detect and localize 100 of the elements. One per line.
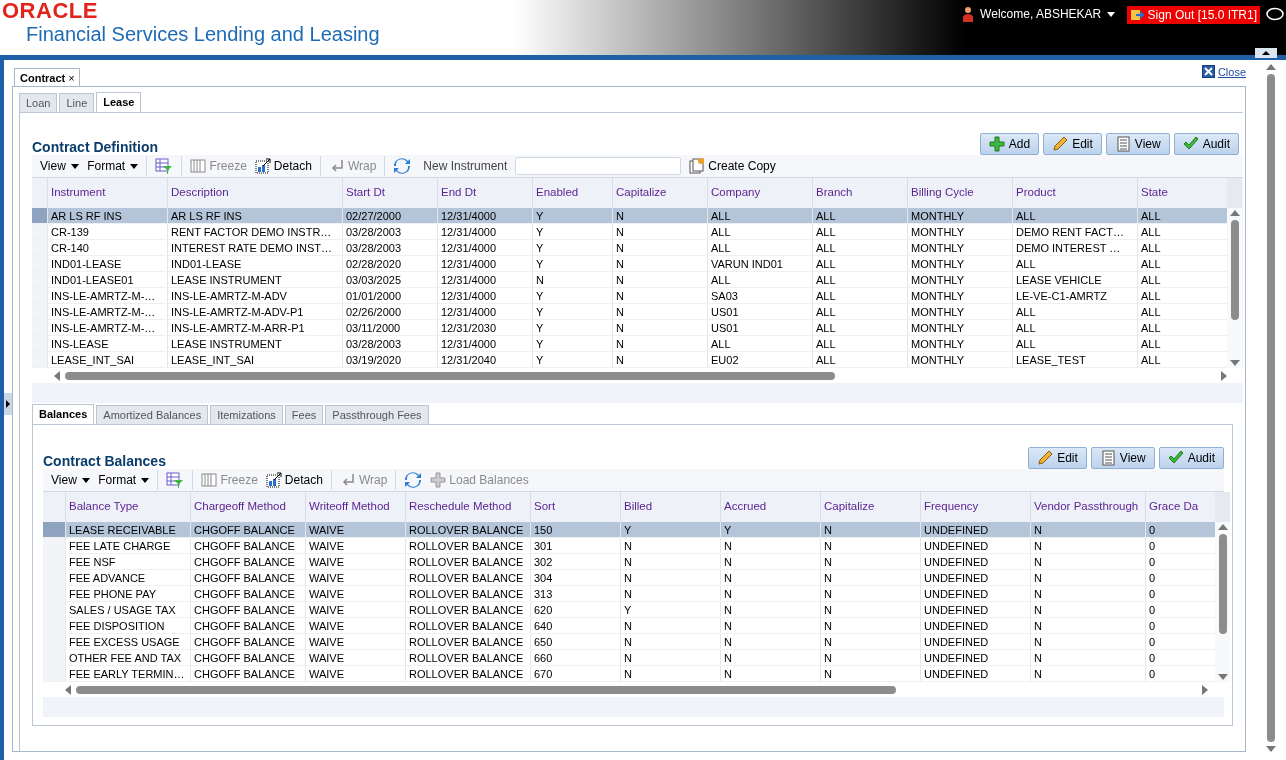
toolbar-menu[interactable]: View bbox=[40, 159, 80, 173]
sign-out-button[interactable]: Sign Out [15.0 ITR1] bbox=[1126, 6, 1260, 24]
table-cell: LEASE VEHICLE bbox=[1012, 272, 1137, 287]
detach-button[interactable]: Detach bbox=[254, 158, 312, 174]
table-cell: 301 bbox=[530, 538, 620, 553]
scroll-thumb[interactable] bbox=[1230, 220, 1239, 320]
scroll-right-icon[interactable] bbox=[1200, 683, 1210, 696]
table-cell: N bbox=[720, 634, 820, 649]
table-cell: 313 bbox=[530, 586, 620, 601]
table-cell: ROLLOVER BALANCE bbox=[405, 650, 530, 665]
table-cell: ALL bbox=[1012, 336, 1137, 351]
balance-tab[interactable]: Itemizations bbox=[210, 405, 283, 424]
table-row[interactable]: CR-139 RENT FACTOR DEMO INSTR… 03/28/2003 12/31/4000 Y N ALL ALL MONTHLY DEMO RENT FACT… ALL bbox=[32, 224, 1227, 240]
collapse-header-icon[interactable] bbox=[1255, 48, 1277, 58]
detach-button[interactable]: Detach bbox=[265, 472, 323, 488]
vertical-scrollbar[interactable] bbox=[1227, 178, 1242, 368]
table-cell: N bbox=[612, 208, 707, 223]
table-cell: DEMO INTEREST … bbox=[1012, 240, 1137, 255]
edit-button[interactable]: Edit bbox=[1043, 133, 1102, 155]
pencil-icon bbox=[1052, 136, 1069, 152]
table-cell: MONTHLY bbox=[907, 336, 1012, 351]
table-cell: MONTHLY bbox=[907, 256, 1012, 271]
horizontal-scrollbar[interactable] bbox=[32, 368, 1243, 383]
table-row[interactable]: FEE NSF CHGOFF BALANCE WAIVE ROLLOVER BALANCE 302 N N N UNDEFINED N 0 bbox=[43, 554, 1215, 570]
scroll-thumb[interactable] bbox=[1218, 534, 1227, 634]
table-cell: MONTHLY bbox=[907, 272, 1012, 287]
balance-tab[interactable]: Fees bbox=[284, 405, 324, 424]
close-link[interactable]: Close bbox=[1217, 65, 1246, 78]
table-row[interactable]: LEASE RECEIVABLE CHGOFF BALANCE WAIVE ROLLOVER BALANCE 150 Y Y N UNDEFINED N 0 bbox=[43, 522, 1215, 538]
table-cell: 150 bbox=[530, 522, 620, 537]
toolbar-menu[interactable]: Format bbox=[98, 473, 150, 487]
table-row[interactable]: CR-140 INTEREST RATE DEMO INST… 03/28/2003 12/31/4000 Y N ALL ALL MONTHLY DEMO INTEREST … ALL bbox=[32, 240, 1227, 256]
table-row[interactable]: FEE ADVANCE CHGOFF BALANCE WAIVE ROLLOVER BALANCE 304 N N N UNDEFINED N 0 bbox=[43, 570, 1215, 586]
vertical-scrollbar[interactable] bbox=[1215, 492, 1230, 682]
scroll-left-icon[interactable] bbox=[52, 369, 62, 382]
table-cell: 02/28/2020 bbox=[342, 256, 437, 271]
table-cell: ALL bbox=[812, 240, 907, 255]
table-cell: CHGOFF BALANCE bbox=[190, 602, 305, 617]
scroll-up-icon[interactable] bbox=[1265, 62, 1277, 72]
scroll-left-icon[interactable] bbox=[63, 683, 73, 696]
table-cell: CHGOFF BALANCE bbox=[190, 570, 305, 585]
refresh-icon[interactable] bbox=[404, 471, 423, 489]
scroll-thumb[interactable] bbox=[65, 371, 835, 380]
table-row[interactable]: OTHER FEE AND TAX CHGOFF BALANCE WAIVE ROLLOVER BALANCE 660 N N N UNDEFINED N 0 bbox=[43, 650, 1215, 666]
table-cell: MONTHLY bbox=[907, 240, 1012, 255]
copy-button[interactable]: Create Copy bbox=[689, 158, 776, 174]
table-row[interactable]: FEE PHONE PAY CHGOFF BALANCE WAIVE ROLLOVER BALANCE 313 N N N UNDEFINED N 0 bbox=[43, 586, 1215, 602]
product-tab[interactable]: Lease bbox=[96, 92, 142, 112]
contract-tab[interactable]: Contract × bbox=[14, 68, 80, 86]
balance-tab[interactable]: Balances bbox=[32, 404, 95, 424]
table-cell: N bbox=[1030, 602, 1145, 617]
table-row[interactable]: SALES / USAGE TAX CHGOFF BALANCE WAIVE ROLLOVER BALANCE 620 Y N N UNDEFINED N 0 bbox=[43, 602, 1215, 618]
edit-button[interactable]: Edit bbox=[1028, 447, 1087, 469]
table-cell: ALL bbox=[707, 224, 812, 239]
table-row[interactable]: FEE LATE CHARGE CHGOFF BALANCE WAIVE ROLLOVER BALANCE 301 N N N UNDEFINED N 0 bbox=[43, 538, 1215, 554]
columns-icon bbox=[201, 472, 218, 488]
scroll-thumb[interactable] bbox=[1267, 74, 1275, 742]
product-tab[interactable]: Line bbox=[59, 93, 95, 112]
refresh-icon[interactable] bbox=[393, 157, 412, 175]
balance-tab[interactable]: Passthrough Fees bbox=[325, 405, 429, 424]
audit-button[interactable]: Audit bbox=[1173, 133, 1239, 155]
close-icon[interactable] bbox=[1201, 65, 1215, 78]
table-row[interactable]: FEE EARLY TERMIN… CHGOFF BALANCE WAIVE ROLLOVER BALANCE 670 N N N UNDEFINED N 0 bbox=[43, 666, 1215, 682]
table-cell: N bbox=[1030, 554, 1145, 569]
section-title: Contract Balances bbox=[43, 453, 166, 469]
welcome-menu[interactable]: Welcome, ABSHEKAR bbox=[980, 6, 1115, 22]
scroll-right-icon[interactable] bbox=[1219, 369, 1229, 382]
toolbar-menu[interactable]: View bbox=[51, 473, 91, 487]
table-cell: INS-LE-AMRTZ-M-… bbox=[47, 320, 167, 335]
expand-panel-icon[interactable] bbox=[4, 393, 12, 415]
table-row[interactable]: INS-LEASE LEASE INSTRUMENT 03/28/2003 12/31/4000 Y N ALL ALL MONTHLY ALL ALL bbox=[32, 336, 1227, 352]
scroll-thumb[interactable] bbox=[76, 685, 896, 694]
table-row[interactable]: AR LS RF INS AR LS RF INS 02/27/2000 12/31/4000 Y N ALL ALL MONTHLY ALL ALL bbox=[32, 208, 1227, 224]
add-button[interactable]: Add bbox=[979, 133, 1040, 155]
scroll-down-icon[interactable] bbox=[1265, 744, 1277, 754]
balance-tab[interactable]: Amortized Balances bbox=[96, 405, 209, 424]
view-button[interactable]: View bbox=[1105, 133, 1170, 155]
table-row[interactable]: INS-LE-AMRTZ-M-… INS-LE-AMRTZ-M-ARR-P1 03/11/2000 12/31/2030 Y N US01 ALL MONTHLY ALL ALL bbox=[32, 320, 1227, 336]
table-row[interactable]: IND01-LEASE IND01-LEASE 02/28/2020 12/31/4000 Y N VARUN IND01 ALL MONTHLY ALL ALL bbox=[32, 256, 1227, 272]
table-row[interactable]: FEE DISPOSITION CHGOFF BALANCE WAIVE ROLLOVER BALANCE 640 N N N UNDEFINED N 0 bbox=[43, 618, 1215, 634]
view-button[interactable]: View bbox=[1090, 447, 1155, 469]
new-instrument-field[interactable] bbox=[515, 157, 682, 175]
table-row[interactable]: INS-LE-AMRTZ-M-… INS-LE-AMRTZ-M-ADV 01/01/2000 12/31/4000 Y N SA03 ALL MONTHLY LE-VE-C1-AMRTZ ALL bbox=[32, 288, 1227, 304]
table-row[interactable]: FEE EXCESS USAGE CHGOFF BALANCE WAIVE ROLLOVER BALANCE 650 N N N UNDEFINED N 0 bbox=[43, 634, 1215, 650]
filter-icon[interactable] bbox=[166, 471, 185, 489]
audit-button[interactable]: Audit bbox=[1158, 447, 1224, 469]
toolbar-menu[interactable]: Format bbox=[87, 159, 139, 173]
help-icon[interactable] bbox=[1266, 7, 1284, 21]
table-row[interactable]: LEASE_INT_SAI LEASE_INT_SAI 03/19/2020 12/31/2040 Y N EU02 ALL MONTHLY LEASE_TEST ALL bbox=[32, 352, 1227, 368]
document-icon bbox=[1099, 450, 1116, 466]
table-row[interactable]: IND01-LEASE01 LEASE INSTRUMENT 03/03/2025 12/31/4000 N N ALL ALL MONTHLY LEASE VEHICLE ALL bbox=[32, 272, 1227, 288]
filter-icon[interactable] bbox=[155, 157, 174, 175]
scroll-down-icon[interactable] bbox=[1216, 672, 1229, 682]
table-cell: N bbox=[532, 272, 612, 287]
close-tab-button[interactable]: × bbox=[68, 72, 75, 84]
table-row[interactable]: INS-LE-AMRTZ-M-… INS-LE-AMRTZ-M-ADV-P1 02/26/2000 12/31/4000 Y N US01 ALL MONTHLY ALL ALL bbox=[32, 304, 1227, 320]
table-cell: EU02 bbox=[707, 352, 812, 367]
pencil-icon bbox=[1037, 450, 1054, 466]
table-cell: LE-VE-C1-AMRTZ bbox=[1012, 288, 1137, 303]
product-tab[interactable]: Loan bbox=[19, 93, 58, 112]
